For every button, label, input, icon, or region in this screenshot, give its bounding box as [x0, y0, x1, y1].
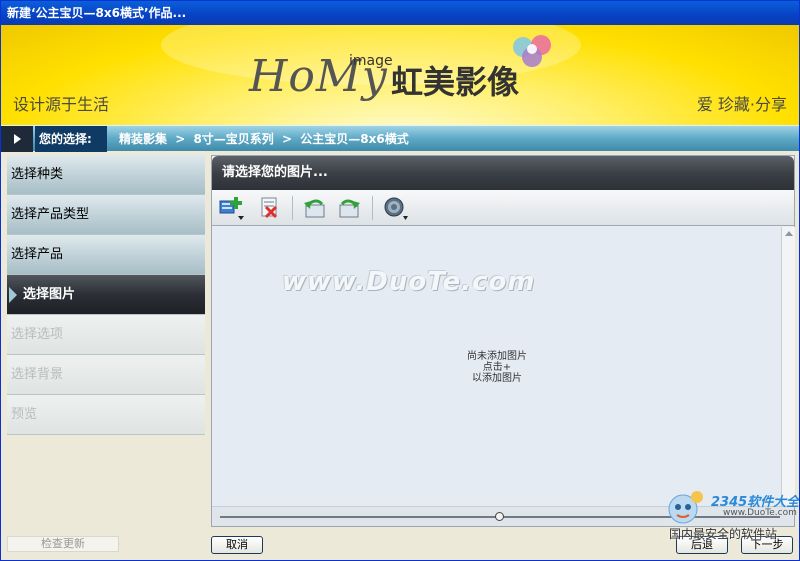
mascot-icon [668, 491, 703, 524]
sidebar-item-select-images[interactable]: 选择图片 [7, 275, 205, 315]
sidebar-item-select-product-type[interactable]: 选择产品类型 [7, 195, 205, 235]
corner-watermark: 2345软件大全 www.DuoTe.com 国内最安全的软件站 [661, 487, 799, 541]
scroll-up-icon[interactable] [783, 228, 794, 239]
slider-thumb[interactable] [495, 512, 504, 521]
breadcrumb-separator: > [175, 132, 186, 146]
toolbar-divider [292, 196, 293, 220]
breadcrumb-label: 您的选择: [35, 126, 107, 152]
breadcrumb-item-series[interactable]: 8寸—宝贝系列 [193, 132, 273, 146]
sidebar-item-select-options: 选择选项 [7, 315, 205, 355]
header-banner: 设计源于生活 HoMy image 虹美影像 爱 珍藏·分享 [1, 25, 799, 125]
logo-chinese: 虹美影像 [391, 63, 520, 101]
add-image-icon[interactable] [218, 195, 244, 221]
image-toolbar [212, 190, 794, 226]
vertical-scrollbar[interactable] [782, 227, 795, 506]
rotate-left-icon[interactable] [302, 195, 328, 221]
corner-tagline: 国内最安全的软件站 [669, 527, 778, 541]
empty-message-line: 以添加图片 [472, 373, 522, 384]
sidebar-item-preview: 预览 [7, 395, 205, 435]
sidebar-item-select-background: 选择背景 [7, 355, 205, 395]
check-update-button[interactable]: 检查更新 [7, 536, 119, 552]
step-sidebar: 选择种类 选择产品类型 选择产品 选择图片 选择选项 选择背景 预览 [7, 155, 205, 435]
panel-title: 请选择您的图片... [212, 156, 794, 190]
image-panel: 请选择您的图片... www.DuoTe.com 尚未添加图片 点击+ 以添加图… [211, 155, 795, 527]
empty-message-line: 点击+ [482, 362, 512, 373]
app-window: 新建‘公主宝贝—8x6横式’作品... 设计源于生活 HoMy image 虹美… [0, 0, 800, 561]
remove-image-icon[interactable] [256, 195, 282, 221]
cancel-button[interactable]: 取消 [211, 536, 263, 554]
breadcrumb-path: 精装影集 > 8寸—宝贝系列 > 公主宝贝—8x6横式 [119, 126, 413, 152]
slogan-left: 设计源于生活 [13, 95, 110, 114]
watermark-text: www.DuoTe.com [282, 267, 536, 297]
breadcrumb: 您的选择: 精装影集 > 8寸—宝贝系列 > 公主宝贝—8x6横式 [1, 125, 799, 152]
slogan-right: 爱 珍藏·分享 [696, 95, 787, 114]
rotate-right-icon[interactable] [336, 195, 362, 221]
empty-message: 尚未添加图片 点击+ 以添加图片 [212, 351, 782, 384]
corner-url: www.DuoTe.com [723, 508, 797, 518]
image-drop-area[interactable]: www.DuoTe.com 尚未添加图片 点击+ 以添加图片 [212, 227, 782, 506]
window-title: 新建‘公主宝贝—8x6横式’作品... [1, 1, 799, 25]
settings-icon[interactable] [382, 195, 408, 221]
sidebar-item-select-category[interactable]: 选择种类 [7, 155, 205, 195]
logo-superscript: image [349, 53, 393, 69]
breadcrumb-item-product[interactable]: 公主宝贝—8x6横式 [300, 132, 408, 146]
flower-logo-icon [513, 35, 551, 67]
breadcrumb-arrow-icon [1, 126, 33, 152]
breadcrumb-item-category[interactable]: 精装影集 [119, 132, 167, 146]
toolbar-divider [372, 196, 373, 220]
breadcrumb-separator: > [282, 132, 293, 146]
empty-message-line: 尚未添加图片 [467, 351, 527, 362]
sidebar-item-select-product[interactable]: 选择产品 [7, 235, 205, 275]
